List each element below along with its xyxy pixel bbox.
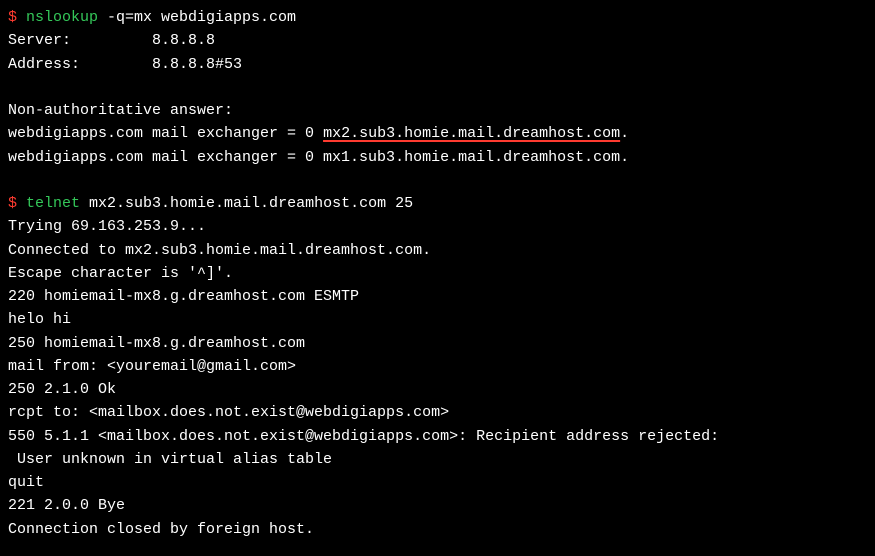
blank-line [8,169,867,192]
mx-record-2: webdigiapps.com mail exchanger = 0 mx1.s… [8,146,867,169]
prompt-symbol: $ [8,9,26,26]
command-args: mx2.sub3.homie.mail.dreamhost.com 25 [80,195,413,212]
telnet-connected: Connected to mx2.sub3.homie.mail.dreamho… [8,239,867,262]
address-value: 8.8.8.8#53 [152,56,242,73]
mx-record-1: webdigiapps.com mail exchanger = 0 mx2.s… [8,122,867,145]
smtp-helo-input: helo hi [8,308,867,331]
telnet-closed: Connection closed by foreign host. [8,518,867,541]
nonauth-line: Non-authoritative answer: [8,99,867,122]
address-label: Address: [8,56,152,73]
command-args: -q=mx webdigiapps.com [98,9,296,26]
telnet-trying: Trying 69.163.253.9... [8,215,867,238]
mx1-prefix: webdigiapps.com mail exchanger = 0 [8,125,323,142]
smtp-banner: 220 homiemail-mx8.g.dreamhost.com ESMTP [8,285,867,308]
server-label: Server: [8,32,152,49]
command-line-2: $ telnet mx2.sub3.homie.mail.dreamhost.c… [8,192,867,215]
prompt-symbol: $ [8,195,26,212]
command-name: nslookup [26,9,98,26]
smtp-helo-response: 250 homiemail-mx8.g.dreamhost.com [8,332,867,355]
server-line: Server: 8.8.8.8 [8,29,867,52]
smtp-rcptto-input: rcpt to: <mailbox.does.not.exist@webdigi… [8,401,867,424]
smtp-mailfrom-response: 250 2.1.0 Ok [8,378,867,401]
blank-line [8,76,867,99]
command-name: telnet [26,195,80,212]
address-line: Address: 8.8.8.8#53 [8,53,867,76]
smtp-mailfrom-input: mail from: <youremail@gmail.com> [8,355,867,378]
mx1-host: mx2.sub3.homie.mail.dreamhost.com [323,125,620,142]
telnet-escape: Escape character is '^]'. [8,262,867,285]
smtp-quit-input: quit [8,471,867,494]
mx1-suffix: . [620,125,629,142]
smtp-quit-response: 221 2.0.0 Bye [8,494,867,517]
smtp-rcptto-response-1: 550 5.1.1 <mailbox.does.not.exist@webdig… [8,425,867,448]
smtp-rcptto-response-2: User unknown in virtual alias table [8,448,867,471]
server-value: 8.8.8.8 [152,32,215,49]
command-line-1: $ nslookup -q=mx webdigiapps.com [8,6,867,29]
